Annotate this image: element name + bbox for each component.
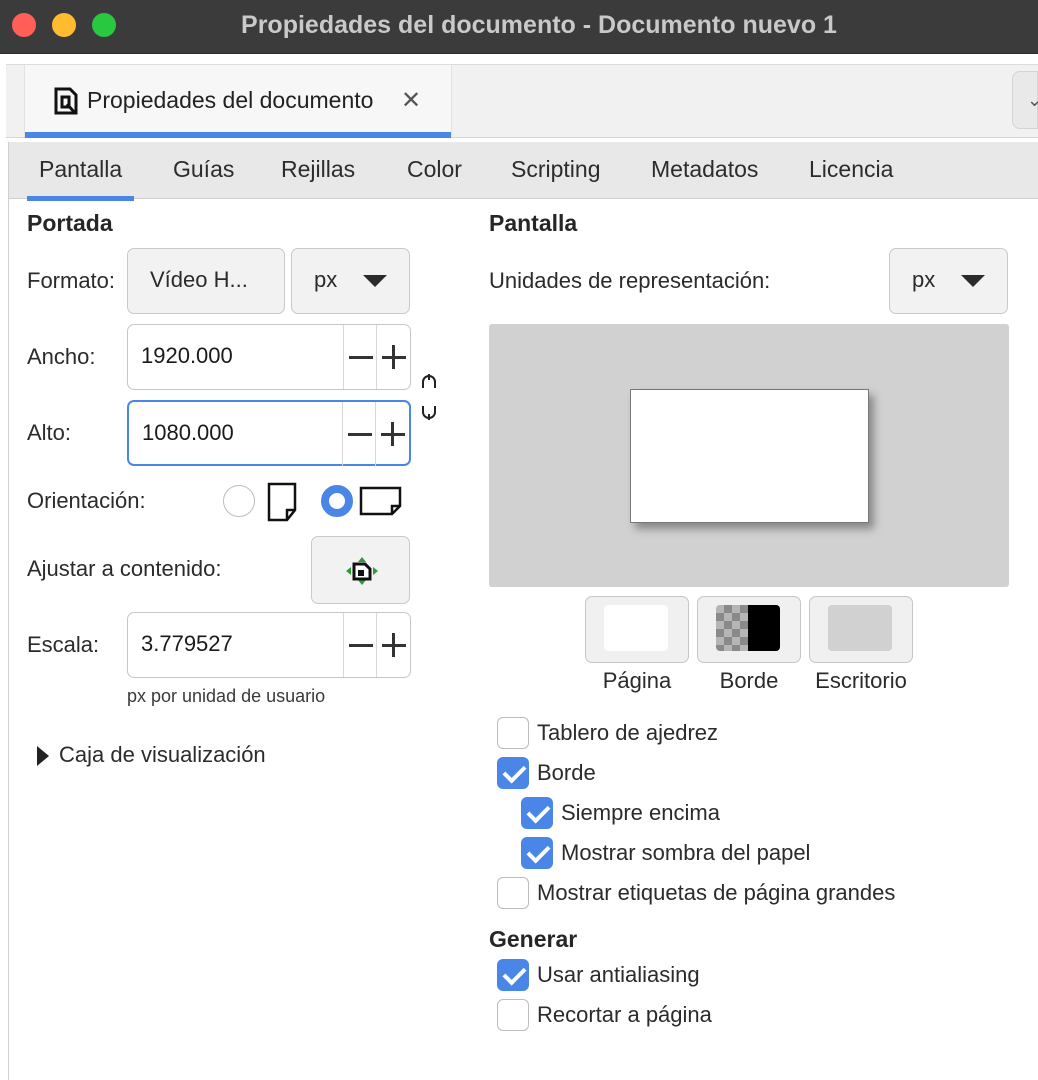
antialiasing-checkbox[interactable]	[497, 959, 529, 991]
border-color-label: Borde	[719, 668, 779, 693]
pantalla-heading: Pantalla	[489, 210, 578, 236]
landscape-page-icon	[359, 486, 402, 516]
portada-heading: Portada	[27, 210, 113, 236]
page-unit-value: px	[314, 267, 338, 292]
chevron-down-icon: ⌄	[1027, 90, 1038, 110]
tab-guias[interactable]: Guías	[173, 156, 234, 183]
desk-color-label: Escritorio	[815, 668, 907, 693]
desk-color-swatch	[828, 605, 892, 651]
border-on-top-label: Siempre encima	[561, 800, 720, 825]
checkerboard-checkbox[interactable]	[497, 717, 529, 749]
alto-label: Alto:	[27, 420, 72, 445]
large-page-labels-label: Mostrar etiquetas de página grandes	[537, 880, 896, 905]
display-unit-value: px	[912, 267, 936, 292]
page-color-label: Página	[602, 668, 672, 693]
formato-value: Vídeo H...	[150, 267, 248, 292]
active-tab-indicator	[25, 132, 451, 138]
tab-overflow-button[interactable]: ⌄	[1012, 71, 1038, 129]
document-properties-icon	[54, 87, 78, 115]
ancho-spinbutton[interactable]: 1920.000	[127, 324, 411, 390]
orientacion-label: Orientación:	[27, 488, 146, 513]
landscape-radio[interactable]	[321, 485, 353, 517]
chevron-down-icon	[961, 275, 985, 287]
tab-metadatos[interactable]: Metadatos	[651, 156, 758, 183]
page-shadow-checkbox[interactable]	[521, 837, 553, 869]
increment-button[interactable]	[376, 325, 410, 389]
antialiasing-label: Usar antialiasing	[537, 962, 700, 987]
clip-to-page-checkbox[interactable]	[497, 999, 529, 1031]
caja-visualizacion-expander[interactable]: Caja de visualización	[35, 742, 335, 774]
portrait-radio[interactable]	[223, 485, 255, 517]
border-color-swatch	[716, 605, 780, 651]
window-title: Propiedades del documento - Documento nu…	[241, 11, 837, 39]
page-unit-dropdown[interactable]: px	[291, 248, 410, 314]
title-bar: Propiedades del documento - Documento nu…	[0, 0, 1038, 54]
border-on-top-checkbox[interactable]	[521, 797, 553, 829]
ancho-value: 1920.000	[141, 343, 233, 368]
escala-spinbutton[interactable]: 3.779527	[127, 612, 411, 678]
escala-hint: px por unidad de usuario	[127, 686, 326, 706]
escala-label: Escala:	[27, 632, 100, 657]
fit-to-content-button[interactable]	[311, 536, 410, 604]
chevron-down-icon	[363, 275, 387, 287]
formato-dropdown[interactable]: Vídeo H...	[127, 248, 285, 314]
preview-page	[630, 389, 869, 523]
checkerboard-label: Tablero de ajedrez	[537, 720, 719, 745]
formato-label: Formato:	[27, 268, 116, 293]
tab-scripting[interactable]: Scripting	[511, 156, 600, 183]
chain-link-icon[interactable]	[419, 372, 439, 422]
page-shadow-label: Mostrar sombra del papel	[561, 840, 811, 865]
large-page-labels-checkbox[interactable]	[497, 877, 529, 909]
border-color-button[interactable]	[697, 596, 801, 663]
clip-to-page-label: Recortar a página	[537, 1002, 712, 1027]
escala-value: 3.779527	[141, 631, 233, 656]
border-label: Borde	[537, 760, 596, 785]
tab-color[interactable]: Color	[407, 156, 462, 183]
page-color-swatch	[604, 605, 668, 651]
border-checkbox[interactable]	[497, 757, 529, 789]
caja-visualizacion-label: Caja de visualización	[59, 742, 266, 767]
tab-label: Propiedades del documento	[87, 87, 374, 113]
tab-licencia[interactable]: Licencia	[809, 156, 893, 183]
dialog-tab-bar: Propiedades del documento ✕ ⌄	[6, 64, 1038, 138]
decrement-button[interactable]	[342, 402, 376, 466]
unidades-label: Unidades de representación:	[489, 268, 771, 293]
alto-spinbutton[interactable]: 1080.000	[127, 400, 411, 466]
display-unit-dropdown[interactable]: px	[889, 248, 1008, 314]
fit-page-icon	[346, 557, 378, 585]
page-color-button[interactable]	[585, 596, 689, 663]
tab-rejillas[interactable]: Rejillas	[281, 156, 355, 183]
alto-value: 1080.000	[142, 420, 234, 445]
ajustar-label: Ajustar a contenido:	[27, 556, 222, 581]
tab-pantalla[interactable]: Pantalla	[26, 156, 135, 201]
increment-button[interactable]	[376, 613, 410, 677]
portrait-page-icon	[267, 482, 297, 522]
generar-heading: Generar	[489, 926, 578, 952]
tab-document-properties[interactable]: Propiedades del documento ✕	[24, 65, 452, 138]
decrement-button[interactable]	[343, 613, 377, 677]
properties-panel: Pantalla Guías Rejillas Color Scripting …	[8, 142, 1038, 1080]
notebook-tabs: Pantalla Guías Rejillas Color Scripting …	[9, 142, 1038, 201]
ancho-label: Ancho:	[27, 344, 96, 369]
increment-button[interactable]	[375, 402, 409, 466]
decrement-button[interactable]	[343, 325, 377, 389]
page-preview	[489, 324, 1009, 587]
desk-color-button[interactable]	[809, 596, 913, 663]
close-icon[interactable]: ✕	[401, 86, 421, 115]
expander-arrow-icon	[37, 746, 49, 766]
